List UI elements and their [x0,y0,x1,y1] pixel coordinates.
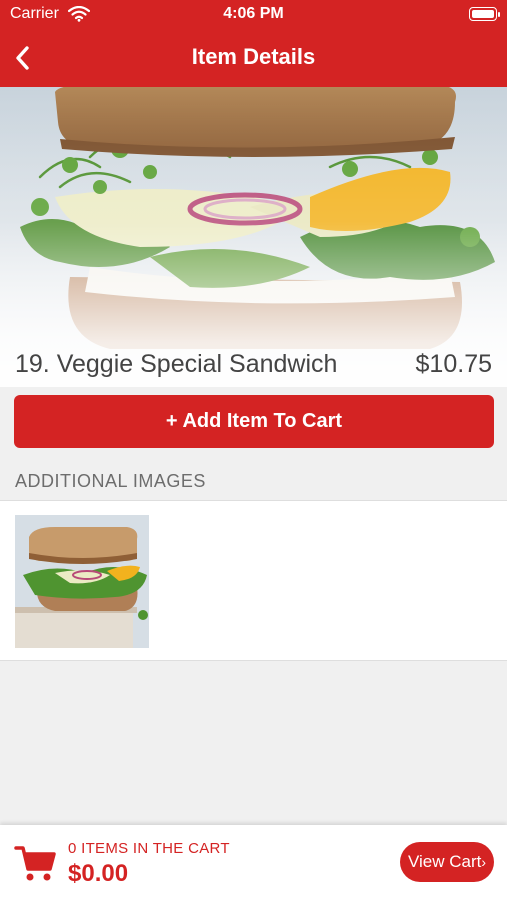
item-price: $10.75 [415,350,492,378]
cart-total: $0.00 [68,860,129,887]
view-cart-button[interactable]: View Cart› [400,842,494,882]
section-title: ADDITIONAL IMAGES [15,471,206,491]
battery-icon [469,7,500,21]
chevron-right-icon: › [481,854,487,870]
page-title: Item Details [191,44,316,69]
item-name: 19. Veggie Special Sandwich [15,350,338,378]
item-hero-image [0,87,507,387]
plus-icon: + [165,410,178,432]
cart-footer: 0 ITEMS IN THE CART $0.00 View Cart› [0,825,507,900]
add-to-cart-label: Add Item To Cart [182,410,343,432]
view-cart-label: View Cart [407,852,482,871]
additional-images-header: ADDITIONAL IMAGES [0,462,507,500]
hero-fade-overlay [0,87,507,387]
additional-image-thumbnail[interactable] [15,515,149,648]
add-to-cart-button[interactable]: + Add Item To Cart [14,395,494,448]
shopping-cart-icon [14,846,56,881]
sandwich-thumbnail-image [15,515,149,648]
top-bar: Carrier 4:06 PM Item Details [0,0,507,87]
additional-images-gallery [0,500,507,661]
cart-item-count: 0 ITEMS IN THE CART [68,840,230,857]
status-bar: Carrier 4:06 PM [0,0,507,30]
clock: 4:06 PM [223,5,284,22]
